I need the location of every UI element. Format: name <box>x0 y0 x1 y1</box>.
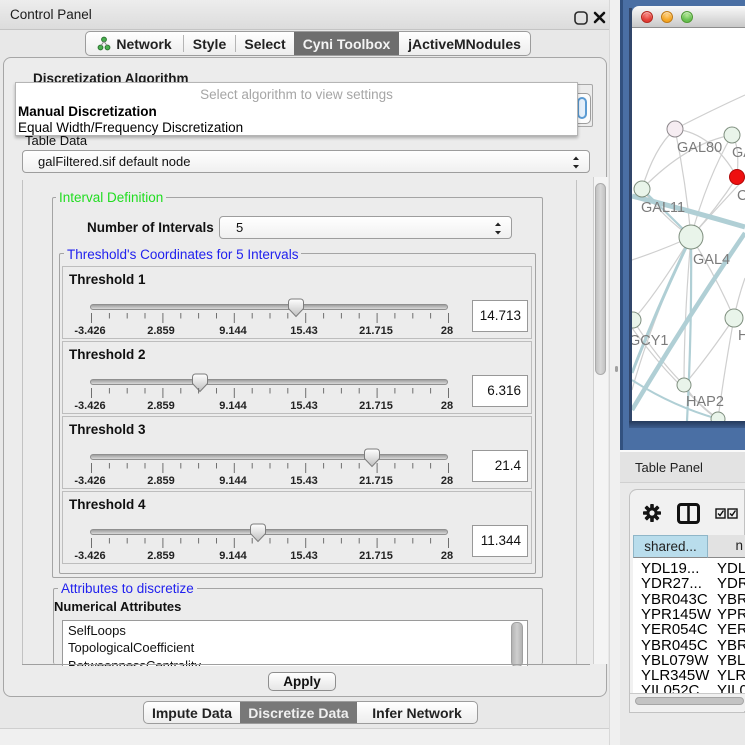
svg-text:GA: GA <box>732 145 745 161</box>
svg-text:GAL80: GAL80 <box>677 140 722 156</box>
svg-text:HAP2: HAP2 <box>686 394 724 410</box>
svg-text:H: H <box>738 328 745 344</box>
svg-text:GAL11: GAL11 <box>641 200 685 216</box>
svg-text:GAL4: GAL4 <box>693 252 730 268</box>
svg-text:C: C <box>737 188 745 204</box>
svg-text:GCY1: GCY1 <box>632 333 669 349</box>
